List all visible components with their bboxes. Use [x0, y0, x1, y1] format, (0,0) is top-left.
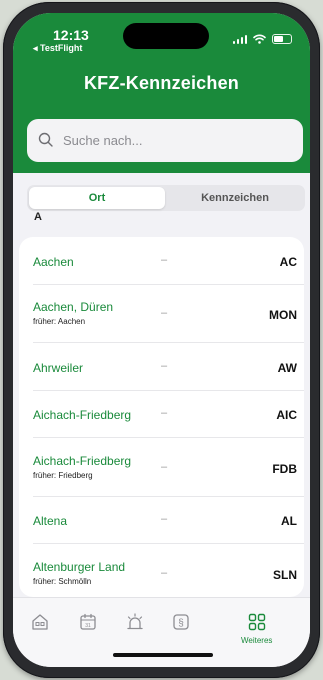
list-item[interactable]: Aichach-Friedberg – AIC [19, 391, 304, 438]
former-name: früher: Friedberg [33, 471, 93, 480]
city-name: Aachen, Düren [33, 300, 114, 314]
list-item[interactable]: Aichach-Friedberg früher: Friedberg – FD… [19, 438, 304, 497]
city-name: Aachen [33, 255, 74, 269]
cellular-signal-icon [232, 34, 247, 44]
wifi-icon [253, 34, 266, 44]
section-header-letter: A [34, 211, 42, 223]
svg-text:31: 31 [85, 623, 91, 629]
former-name: früher: Schmölln [33, 577, 92, 586]
plate-code: SLN [273, 568, 297, 582]
tab-more-label: Weiteres [241, 636, 273, 645]
separator-dash: – [161, 567, 168, 579]
segment-kennzeichen[interactable]: Kennzeichen [167, 187, 303, 209]
plate-code: AIC [276, 408, 297, 422]
tab-calendar[interactable]: 31 [78, 612, 98, 632]
separator-dash: – [161, 307, 168, 319]
paragraph-icon: § [173, 614, 189, 630]
list-item[interactable]: Aachen – AC [19, 237, 304, 285]
list-item[interactable]: Ahrweiler – AW [19, 343, 304, 391]
search-icon [38, 132, 53, 147]
status-bar: 12:13 ◂ TestFlight [13, 13, 310, 59]
app-screen: 12:13 ◂ TestFlight KFZ-Kennzeichen Suche… [13, 13, 310, 667]
city-name: Aichach-Friedberg [33, 454, 132, 468]
separator-dash: – [161, 461, 168, 473]
city-list: Aachen – AC Aachen, Düren früher: Aachen… [19, 237, 304, 597]
header: 12:13 ◂ TestFlight KFZ-Kennzeichen [13, 13, 310, 173]
city-name: Altena [33, 514, 68, 528]
segment-ort[interactable]: Ort [29, 187, 165, 209]
list-item[interactable]: Altenburger Land früher: Schmölln – SLN [19, 544, 304, 597]
plate-code: FDB [272, 462, 297, 476]
separator-dash: – [161, 254, 168, 266]
city-name: Aichach-Friedberg [33, 408, 132, 422]
plate-code: MON [269, 308, 297, 322]
separator-dash: – [161, 513, 168, 525]
back-to-testflight-link[interactable]: ◂ TestFlight [33, 43, 82, 54]
page-title: KFZ-Kennzeichen [83, 73, 239, 93]
search-bar[interactable] [27, 119, 303, 162]
separator-dash: – [161, 360, 168, 372]
tab-emergency[interactable] [125, 612, 145, 632]
home-indicator [113, 653, 213, 657]
status-icons [232, 34, 292, 44]
grid-icon [248, 613, 265, 631]
city-name: Altenburger Land [33, 560, 126, 574]
plate-code: AC [279, 255, 297, 269]
former-name: früher: Aachen [33, 317, 86, 326]
status-time: 12:13 [53, 27, 89, 43]
house-icon [32, 614, 48, 630]
separator-dash: – [161, 407, 168, 419]
plate-code: AW [277, 361, 297, 375]
tab-more[interactable]: Weiteres [241, 612, 272, 645]
plate-code: AL [281, 514, 297, 528]
svg-text:§: § [178, 618, 184, 629]
list-item[interactable]: Aachen, Düren früher: Aachen – MON [19, 285, 304, 343]
tab-law[interactable]: § [171, 612, 191, 632]
list-item[interactable]: Altena – AL [19, 497, 304, 544]
alarm-light-icon [127, 613, 143, 630]
calendar-icon: 31 [80, 613, 96, 630]
dynamic-island [123, 23, 209, 49]
tab-home[interactable] [30, 612, 50, 632]
search-input[interactable] [27, 119, 303, 162]
segmented-control: Ort Kennzeichen [27, 185, 305, 211]
city-name: Ahrweiler [33, 361, 84, 375]
battery-icon [272, 34, 292, 44]
